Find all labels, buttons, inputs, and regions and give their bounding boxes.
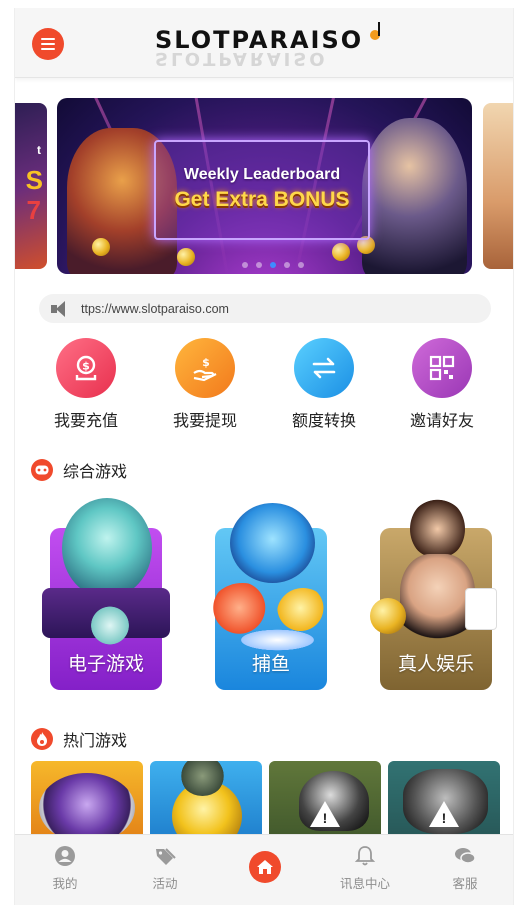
withdraw-label: 我要提现 — [172, 411, 237, 430]
wolf-mascot-icon — [62, 498, 152, 598]
banner-title: Weekly Leaderboard — [183, 166, 341, 183]
deposit-button[interactable]: $ 我要充值 — [36, 338, 136, 431]
user-icon — [54, 845, 76, 867]
withdraw-icon: $ — [175, 338, 235, 398]
games-section-title: 综合游戏 — [63, 462, 128, 481]
nav-label: 客服 — [452, 876, 478, 891]
nav-item-promotions[interactable]: 活动 — [125, 845, 205, 892]
carousel-dot[interactable] — [298, 262, 304, 268]
deposit-icon: $ — [56, 338, 116, 398]
menu-line-icon — [41, 38, 55, 40]
coin-icon — [177, 248, 195, 266]
chat-icon — [454, 845, 476, 867]
deposit-label: 我要充值 — [53, 411, 118, 430]
logo-reflection: SLOTPARAISO — [155, 48, 328, 69]
marquee-text: ttps://www.slotparaiso.com — [81, 301, 229, 316]
peek-number: 7 — [26, 195, 41, 225]
transfer-button[interactable]: 额度转换 — [274, 338, 374, 431]
fire-icon — [31, 728, 53, 750]
warning-mark: ! — [441, 810, 447, 826]
app-header: SLOTPARAISO SLOTPARAISO — [15, 8, 513, 78]
peek-big-text: S — [25, 165, 43, 195]
category-card-slots[interactable]: 电子游戏 — [42, 498, 170, 690]
svg-text:$: $ — [202, 356, 210, 369]
menu-button[interactable] — [32, 28, 64, 60]
banner-subtitle: Get Extra BONUS — [174, 188, 350, 211]
nav-item-home[interactable] — [249, 851, 281, 883]
home-icon — [257, 860, 273, 874]
withdraw-button[interactable]: $ 我要提现 — [155, 338, 255, 431]
nav-item-support[interactable]: 客服 — [425, 845, 505, 892]
svg-text:$: $ — [82, 360, 90, 373]
carousel-dots — [242, 262, 304, 268]
quick-actions: $ 我要充值 $ 我要提现 额度转换 邀请好友 — [15, 338, 513, 433]
shark-icon — [230, 503, 315, 583]
peek-text: t — [37, 143, 41, 157]
coin-icon — [332, 243, 350, 261]
mascot-body-icon — [90, 603, 130, 653]
site-logo[interactable]: SLOTPARAISO SLOTPARAISO — [155, 22, 380, 69]
menu-line-icon — [41, 43, 55, 45]
category-label: 电子游戏 — [67, 653, 144, 675]
nav-label: 我的 — [52, 876, 78, 891]
gamepad-icon — [31, 459, 53, 481]
bell-icon — [354, 845, 376, 867]
nav-label: 讯息中心 — [339, 876, 390, 891]
banner-carousel[interactable]: t S 7 Weekly Leaderboard Get Extra BONUS — [15, 98, 513, 274]
banner-slide-next[interactable] — [483, 103, 513, 269]
dealer-head-icon — [410, 498, 465, 560]
warning-mark: ! — [322, 810, 328, 826]
games-section-header: 综合游戏 — [31, 458, 127, 482]
transfer-label: 额度转换 — [291, 411, 356, 430]
carousel-dot[interactable] — [242, 262, 248, 268]
dealer-body-icon — [400, 554, 475, 649]
coin-icon — [92, 238, 110, 256]
carousel-dot-active[interactable] — [270, 262, 276, 268]
carousel-dot[interactable] — [284, 262, 290, 268]
app-frame: SLOTPARAISO SLOTPARAISO t S 7 Weekly Lea… — [14, 8, 514, 905]
invite-label: 邀请好友 — [409, 411, 474, 430]
nav-item-profile[interactable]: 我的 — [25, 845, 105, 892]
music-note-icon — [370, 22, 380, 40]
category-card-fishing[interactable]: 捕鱼 — [210, 503, 329, 690]
bottom-navigation: 我的 活动 讯息中心 客服 — [15, 834, 513, 905]
announcement-marquee[interactable]: ttps://www.slotparaiso.com — [39, 294, 491, 323]
nav-label: 活动 — [152, 876, 178, 891]
category-label: 真人娱乐 — [397, 653, 474, 675]
ninja-character — [362, 118, 467, 274]
nav-item-messages[interactable]: 讯息中心 — [325, 845, 405, 892]
game-categories: 电子游戏 捕鱼 真人娱乐 — [15, 498, 513, 698]
category-card-live-casino[interactable]: 真人娱乐 — [370, 498, 497, 690]
tag-icon — [154, 845, 176, 867]
hot-section-title: 热门游戏 — [63, 731, 128, 750]
carousel-dot[interactable] — [256, 262, 262, 268]
chips-icon — [370, 598, 406, 634]
qr-code-icon — [412, 338, 472, 398]
speaker-icon — [51, 300, 73, 317]
transfer-icon — [294, 338, 354, 398]
leaderboard-frame: Weekly Leaderboard Get Extra BONUS — [154, 140, 370, 240]
ring-artwork-icon — [39, 773, 135, 843]
banner-slide-current[interactable]: Weekly Leaderboard Get Extra BONUS — [57, 98, 472, 274]
playing-card-icon — [465, 588, 497, 630]
menu-line-icon — [41, 48, 55, 50]
category-label: 捕鱼 — [251, 653, 290, 675]
hot-section-header: 热门游戏 — [31, 727, 127, 751]
banner-slide-previous[interactable]: t S 7 — [15, 103, 47, 269]
invite-button[interactable]: 邀请好友 — [392, 338, 492, 431]
